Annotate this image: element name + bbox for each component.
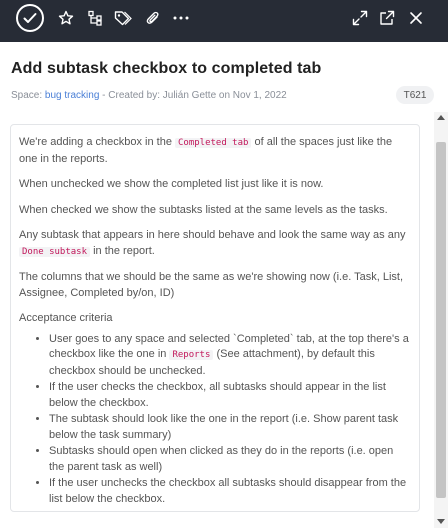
acceptance-criteria-heading: Acceptance criteria: [19, 312, 113, 324]
star-icon[interactable]: [56, 0, 76, 36]
list-item: If the user checks the checkbox, all sub…: [49, 380, 411, 411]
scroll-down-icon[interactable]: [437, 519, 445, 524]
inline-code: Reports: [169, 350, 214, 360]
list-item: The subtask should look like the one in …: [49, 412, 411, 443]
list-item: Subtasks should open when clicked as the…: [49, 444, 411, 475]
inline-code: Completed tab: [175, 138, 252, 148]
expand-icon[interactable]: [350, 0, 370, 36]
check-circle-icon[interactable]: [16, 4, 44, 32]
description-paragraph: When checked we show the subtasks listed…: [19, 203, 388, 216]
task-title: Add subtask checkbox to completed tab: [11, 60, 322, 77]
list-item: User goes to any space and selected `Com…: [49, 332, 411, 380]
scrollbar-thumb[interactable]: [436, 142, 446, 498]
tag-icon[interactable]: [113, 0, 133, 36]
meta-space-prefix: Space:: [11, 90, 45, 101]
description-paragraph: Any subtask that appears in here should …: [19, 228, 411, 260]
paragraph-text: in the report.: [90, 244, 155, 257]
task-description-card: We're adding a checkbox in the Completed…: [10, 124, 420, 512]
open-external-icon[interactable]: [377, 0, 397, 36]
paperclip-icon[interactable]: [143, 0, 163, 36]
more-icon[interactable]: [171, 0, 191, 36]
list-item: If the user unchecks the checkbox all su…: [49, 476, 411, 507]
subtasks-icon[interactable]: [85, 0, 105, 36]
task-id-badge: T621: [396, 86, 434, 104]
paragraph-text: Any subtask that appears in here should …: [19, 229, 406, 241]
space-link[interactable]: bug tracking: [45, 90, 99, 101]
description-paragraph: When unchecked we show the completed lis…: [19, 178, 324, 190]
inline-code: Done subtask: [19, 246, 91, 257]
description-paragraph: We're adding a checkbox in the Completed…: [19, 135, 411, 167]
task-toolbar: [0, 0, 448, 42]
paragraph-text: We're adding a checkbox in the: [19, 136, 175, 148]
acceptance-criteria-list: User goes to any space and selected `Com…: [19, 332, 411, 508]
close-icon[interactable]: [406, 0, 426, 36]
description-paragraph: The columns that we should be the same a…: [19, 271, 404, 299]
task-description: We're adding a checkbox in the Completed…: [11, 125, 419, 507]
task-meta: Space: bug tracking - Created by: Julián…: [11, 90, 287, 101]
vertical-scrollbar[interactable]: [434, 112, 448, 528]
scroll-up-icon[interactable]: [437, 115, 445, 120]
meta-created-text: - Created by: Julián Gette on Nov 1, 202…: [99, 90, 287, 101]
